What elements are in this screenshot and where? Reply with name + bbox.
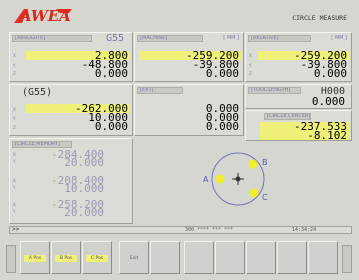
axis-label-y: Y (13, 185, 16, 190)
axis-label-x: X (13, 152, 16, 157)
circle-diagram: A B C (203, 152, 268, 206)
memory-c-y: 20.000 (64, 206, 104, 219)
ext-panel: [EXT] 0.000 0.000 0.000 (134, 84, 244, 136)
softkey-8-label (250, 255, 272, 262)
axis-label-x: X (13, 202, 16, 207)
axis-label-y: Y (13, 116, 16, 121)
softkey-5-label (154, 255, 176, 262)
ext-panel-header: [EXT] (137, 87, 183, 94)
softkey-c-pos-label: C Pos (86, 255, 108, 262)
softkey-7[interactable] (215, 241, 245, 274)
point-a-label: A (203, 175, 209, 184)
axis-label-z: Z (13, 71, 16, 76)
axis-label-y: Y (13, 159, 16, 164)
point-c-marker (249, 188, 259, 198)
tool-length-header: [TOOL LENGTH] (248, 87, 301, 94)
softkey-back-icon[interactable] (6, 245, 16, 273)
axis-label-x: X (13, 107, 16, 112)
relative-panel-header: [RELATIVE] (248, 35, 311, 42)
softkey-6-label (188, 255, 210, 262)
softkey-next-icon[interactable] (342, 245, 352, 273)
softkey-9[interactable] (277, 241, 307, 274)
axis-label-x: X (13, 53, 16, 58)
softkey-9-label (281, 255, 303, 262)
axis-label-x: X (13, 178, 16, 183)
softkey-7-label (219, 255, 241, 262)
absolute-panel: [ABSOLUTE] G55 X Y Z 2.800 -48.800 0.000 (9, 32, 133, 82)
work-offset-code: G55 (105, 33, 124, 44)
diagram-area: A B C (134, 142, 352, 224)
machine-unit: [ MM ] (223, 35, 239, 41)
softkey-6[interactable] (184, 241, 214, 274)
status-bar: >> 300 **** *** *** 14:34:24 (9, 226, 352, 234)
softkey-a-pos[interactable]: A Pos (20, 241, 50, 274)
memory-b-y: 10.000 (64, 182, 104, 195)
abs-z-value: 0.000 (94, 67, 128, 80)
center-marker (235, 176, 241, 182)
g55-panel: (G55) X Y Z -262.000 10.000 0.000 (9, 84, 133, 136)
softkey-10[interactable] (308, 241, 338, 274)
relative-z-value: 0.000 (313, 67, 347, 80)
machine-z-value: 0.000 (205, 67, 239, 80)
circle-memory-panel: [CIRCLE MEMORY] X Y -284.400 20.000 X Y … (9, 138, 133, 224)
clock: 14:34:24 (292, 227, 317, 233)
axis-label-z: Z (13, 125, 16, 130)
softkey-b-pos-label: B Pos (55, 255, 77, 262)
memory-a-y: 20.000 (64, 156, 104, 169)
softkey-10-label (312, 255, 334, 262)
circle-center-header: [CIRCLE CENTER] (264, 113, 311, 120)
softkey-c-pos[interactable]: C Pos (82, 241, 112, 274)
machine-panel-header: [MACHINE] (137, 35, 203, 42)
softkey-exit[interactable]: Exit (119, 241, 149, 274)
g55-code: (G55) (22, 87, 53, 98)
screen-title: CIRCLE MEASURE (292, 14, 347, 22)
axis-label-z: Z (249, 71, 252, 76)
softkey-b-pos[interactable]: B Pos (51, 241, 81, 274)
axis-label-y: Y (249, 63, 252, 68)
command-prompt[interactable]: >> (12, 227, 19, 233)
program-info: 300 **** *** *** (185, 227, 234, 233)
machine-panel: [MACHINE] [ MM ] -259.200 -39.800 0.000 (134, 32, 244, 82)
axis-label-y: Y (13, 63, 16, 68)
absolute-panel-header: [ABSOLUTE] (12, 35, 92, 42)
relative-unit: [ MM ] (331, 35, 347, 41)
relative-panel: [RELATIVE] [ MM ] X Y Z -259.200 -39.800… (245, 32, 352, 82)
softkey-a-pos-label: A Pos (24, 255, 46, 262)
brand-logo: AWEA (12, 7, 74, 25)
softkey-exit-label: Exit (129, 256, 139, 261)
ext-z-value: 0.000 (205, 120, 239, 133)
g55-z-value: 0.000 (94, 120, 128, 133)
softkey-8[interactable] (246, 241, 276, 274)
brand-logo-text: AWEA (20, 7, 71, 25)
circle-center-y-value: -8.102 (260, 130, 349, 141)
point-b-label: B (262, 158, 268, 167)
axis-label-x: X (249, 53, 252, 58)
circle-center-panel: [CIRCLE CENTER] -237.533 -8.102 (245, 110, 352, 141)
circle-memory-header: [CIRCLE MEMORY] (12, 141, 72, 148)
softkey-5[interactable] (150, 241, 180, 274)
tool-length-panel: [TOOL LENGTH] H000 0.000 (245, 84, 352, 109)
point-a-marker (215, 174, 225, 184)
point-c-label: C (262, 193, 268, 202)
axis-label-y: Y (13, 209, 16, 214)
tool-length-value: 0.000 (311, 95, 345, 108)
title-bar: AWEA CIRCLE MEASURE (6, 4, 353, 28)
point-b-marker (248, 159, 258, 169)
